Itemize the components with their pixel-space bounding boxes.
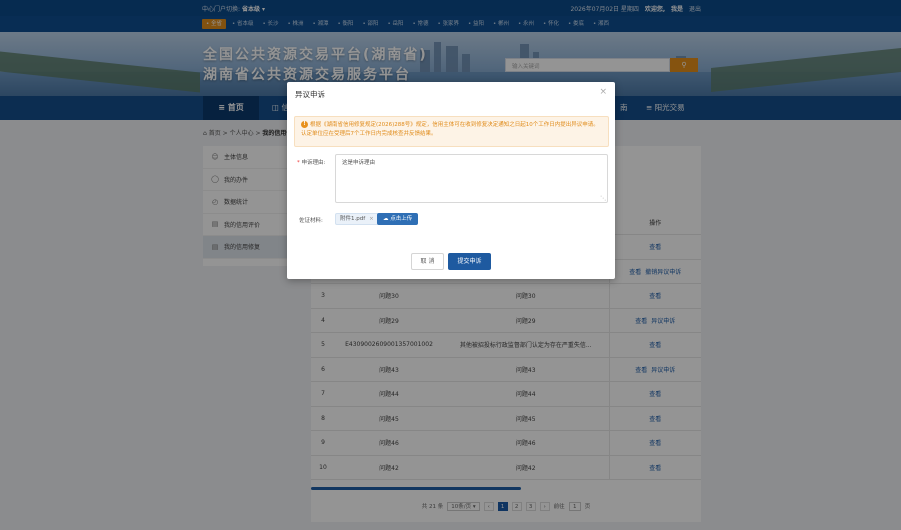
submit-appeal-button[interactable]: 提交申诉	[448, 253, 491, 270]
appeal-dialog: 异议申诉 × ! 根据《湖南省信用修复规定(2026)288号》规定，信用主体可在…	[287, 82, 615, 279]
cloud-upload-icon: ☁	[383, 216, 389, 222]
warning-icon: !	[301, 121, 308, 128]
resize-handle-icon[interactable]: ⋱	[600, 195, 606, 202]
notice-alert: ! 根据《湖南省信用修复规定(2026)288号》规定，信用主体可在收到修复决定通…	[294, 116, 609, 147]
reason-textarea[interactable]: 这是申诉理由 ⋱	[335, 154, 608, 203]
upload-button[interactable]: ☁ 点击上传	[377, 213, 419, 225]
dialog-title: 异议申诉	[295, 90, 325, 99]
required-mark: *	[297, 160, 300, 166]
remove-file-icon[interactable]: ×	[369, 216, 374, 222]
file-name: 附件1.pdf	[340, 216, 366, 222]
notice-text: 根据《湖南省信用修复规定(2026)288号》规定，信用主体可在收到修复决定通知…	[301, 122, 599, 137]
material-label: 佐证材料:	[299, 218, 323, 224]
cancel-button[interactable]: 取 消	[411, 253, 444, 270]
file-tag: 附件1.pdf ×	[335, 213, 379, 225]
close-icon[interactable]: ×	[599, 87, 607, 97]
reason-label: * 申诉理由:	[297, 160, 326, 166]
reason-text: 这是申诉理由	[342, 160, 376, 166]
upload-label: 点击上传	[390, 216, 413, 222]
